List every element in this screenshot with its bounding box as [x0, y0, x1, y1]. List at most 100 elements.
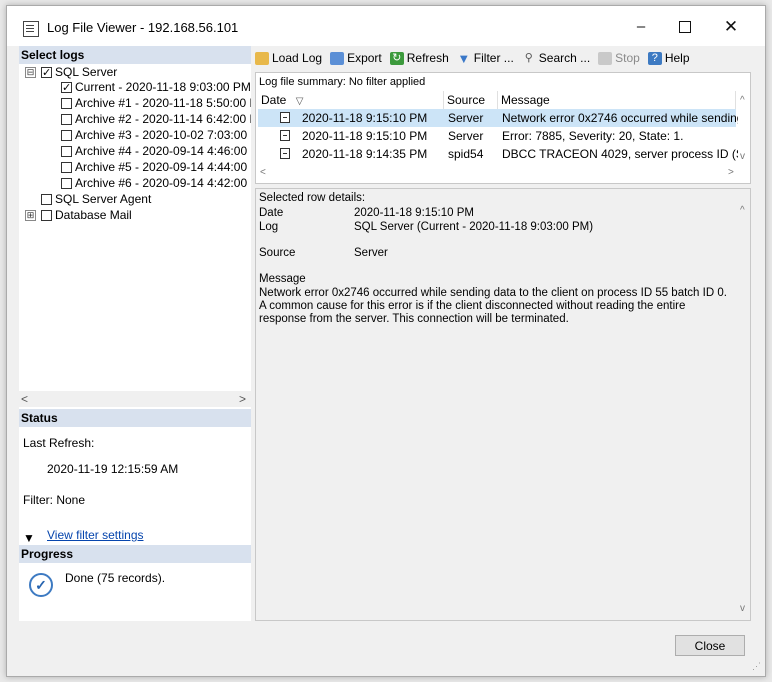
- tree-item-archive-6[interactable]: Archive #6 - 2020-09-14 4:42:00 PM: [61, 175, 251, 191]
- row-date: 2020-11-18 9:15:10 PM: [302, 111, 428, 125]
- tree-item-label: Archive #6 - 2020-09-14 4:42:00 PM: [75, 176, 251, 190]
- column-header-source[interactable]: Source: [444, 91, 498, 109]
- sort-descending-icon: ▽: [295, 96, 304, 107]
- tree-item-archive-4[interactable]: Archive #4 - 2020-09-14 4:46:00 PM: [61, 143, 251, 159]
- help-icon: ?: [647, 51, 662, 65]
- archive-1-checkbox[interactable]: [61, 97, 72, 109]
- sql-server-checkbox[interactable]: [41, 65, 52, 81]
- details-date-value: 2020-11-18 9:15:10 PM: [354, 207, 474, 219]
- folder-icon: [255, 51, 269, 65]
- tree-item-sql-server[interactable]: ⊟ SQL Server: [25, 64, 118, 81]
- tree-item-current-log[interactable]: Current - 2020-11-18 9:03:00 PM: [61, 79, 251, 96]
- column-header-date[interactable]: Date ▽: [258, 91, 444, 109]
- row-message: Network error 0x2746 occurred while send…: [502, 111, 738, 125]
- close-window-button[interactable]: ✕: [709, 14, 753, 40]
- archive-2-checkbox[interactable]: [61, 113, 72, 125]
- minimize-button[interactable]: –: [619, 14, 663, 40]
- archive-3-checkbox[interactable]: [61, 129, 72, 141]
- window-title: Log File Viewer - 192.168.56.101: [47, 20, 239, 35]
- archive-5-checkbox[interactable]: [61, 161, 72, 173]
- tree-item-label: Archive #5 - 2020-09-14 4:44:00 PM: [75, 160, 251, 174]
- grid-scroll-up-icon[interactable]: ^: [740, 95, 745, 106]
- tree-item-label: SQL Server Agent: [55, 192, 152, 206]
- database-mail-checkbox[interactable]: [41, 209, 52, 221]
- log-grid: Log file summary: No filter applied Date…: [255, 72, 751, 184]
- details-scroll-down-icon[interactable]: v: [740, 603, 745, 614]
- details-log-value: SQL Server (Current - 2020-11-18 9:03:00…: [354, 221, 594, 233]
- tree-item-archive-1[interactable]: Archive #1 - 2020-11-18 5:50:00 PM: [61, 95, 251, 111]
- search-label: Search ...: [538, 51, 591, 65]
- row-source: Server: [448, 129, 484, 143]
- log-file-viewer-window: Log File Viewer - 192.168.56.101 – ✕ Sel…: [6, 5, 766, 677]
- view-filter-settings-link[interactable]: View filter settings: [47, 528, 144, 542]
- export-icon: [330, 51, 345, 65]
- tree-item-archive-3[interactable]: Archive #3 - 2020-10-02 7:03:00 PM: [61, 127, 251, 143]
- scroll-left-arrow-icon[interactable]: <: [21, 392, 28, 406]
- maximize-button[interactable]: [663, 14, 707, 40]
- refresh-icon: ↻: [389, 51, 404, 65]
- log-entry-icon: [280, 148, 290, 159]
- archive-4-checkbox[interactable]: [61, 145, 72, 157]
- details-message-label: Message: [259, 273, 306, 285]
- expand-icon[interactable]: ⊞: [25, 209, 36, 221]
- grid-scroll-right-icon[interactable]: >: [728, 167, 734, 178]
- sql-server-agent-checkbox[interactable]: [41, 193, 52, 205]
- details-log-label: Log: [259, 221, 279, 233]
- help-button[interactable]: ? Help: [647, 51, 690, 65]
- details-scroll-up-icon[interactable]: ^: [740, 205, 745, 216]
- stop-button[interactable]: Stop: [598, 51, 640, 65]
- tree-item-archive-2[interactable]: Archive #2 - 2020-11-14 6:42:00 PM: [61, 111, 251, 127]
- search-button[interactable]: ⚲ Search ...: [522, 51, 590, 65]
- tree-item-label: SQL Server: [55, 65, 118, 79]
- export-button[interactable]: Export: [330, 51, 382, 65]
- filter-label: Filter ...: [473, 51, 514, 65]
- title-bar: Log File Viewer - 192.168.56.101 – ✕: [7, 6, 765, 46]
- progress-header: Progress: [19, 545, 251, 563]
- left-panel: Select logs ⊟ SQL Server Current - 2020-…: [19, 46, 251, 621]
- table-row[interactable]: 2020-11-18 9:15:10 PM Server Error: 7885…: [258, 127, 736, 145]
- table-row[interactable]: 2020-11-18 9:14:35 PM spid54 DBCC TRACEO…: [258, 145, 738, 163]
- archive-6-checkbox[interactable]: [61, 177, 72, 189]
- filter-status: Filter: None: [23, 493, 86, 507]
- collapse-icon[interactable]: ⊟: [25, 66, 36, 78]
- load-log-label: Load Log: [272, 51, 323, 65]
- tree-item-label: Archive #2 - 2020-11-14 6:42:00 PM: [75, 112, 251, 126]
- grid-scroll-left-icon[interactable]: <: [260, 167, 266, 178]
- last-refresh-label: Last Refresh:: [23, 436, 95, 450]
- status-header: Status: [19, 409, 251, 427]
- row-message: DBCC TRACEON 4029, server process ID (SP…: [502, 147, 738, 161]
- tree-item-archive-5[interactable]: Archive #5 - 2020-09-14 4:44:00 PM: [61, 159, 251, 175]
- current-log-checkbox[interactable]: [61, 80, 72, 96]
- tree-item-label: Archive #1 - 2020-11-18 5:50:00 PM: [75, 96, 251, 110]
- stop-icon: [598, 51, 613, 65]
- tree-item-label: Archive #4 - 2020-09-14 4:46:00 PM: [75, 144, 251, 158]
- filter-button[interactable]: ▼ Filter ...: [457, 51, 514, 65]
- details-message-text: Network error 0x2746 occurred while send…: [259, 287, 727, 325]
- stop-label: Stop: [615, 51, 640, 65]
- maximize-icon: [679, 21, 691, 34]
- tree-item-sql-server-agent[interactable]: SQL Server Agent: [41, 191, 151, 207]
- scroll-right-arrow-icon[interactable]: >: [239, 392, 246, 406]
- log-entry-icon: [280, 130, 290, 141]
- done-check-icon: ✓: [29, 573, 53, 597]
- select-logs-header: Select logs: [19, 46, 251, 64]
- load-log-button[interactable]: Load Log: [255, 51, 322, 65]
- resize-grip-icon[interactable]: ⋰: [752, 661, 761, 672]
- details-source-value: Server: [354, 247, 388, 259]
- toolbar: Load Log Export ↻ Refresh ▼ Filter ... ⚲…: [255, 46, 751, 70]
- tree-horizontal-scrollbar[interactable]: < >: [19, 391, 251, 407]
- details-header: Selected row details:: [259, 192, 366, 204]
- close-button[interactable]: Close: [675, 635, 745, 656]
- filter-funnel-icon: ▼: [23, 531, 35, 545]
- table-row[interactable]: 2020-11-18 9:15:10 PM Server Network err…: [258, 109, 738, 127]
- right-area: Load Log Export ↻ Refresh ▼ Filter ... ⚲…: [255, 46, 751, 621]
- column-header-message[interactable]: Message: [498, 91, 736, 109]
- selected-row-details: Selected row details: Date 2020-11-18 9:…: [255, 188, 751, 621]
- grid-scroll-down-icon[interactable]: v: [740, 151, 745, 162]
- refresh-button[interactable]: ↻ Refresh: [389, 51, 449, 65]
- export-label: Export: [347, 51, 382, 65]
- tree-item-label: Current - 2020-11-18 9:03:00 PM: [75, 80, 251, 94]
- tree-item-database-mail[interactable]: ⊞ Database Mail: [25, 207, 132, 223]
- date-header-label: Date: [261, 93, 287, 107]
- progress-text: Done (75 records).: [65, 571, 166, 585]
